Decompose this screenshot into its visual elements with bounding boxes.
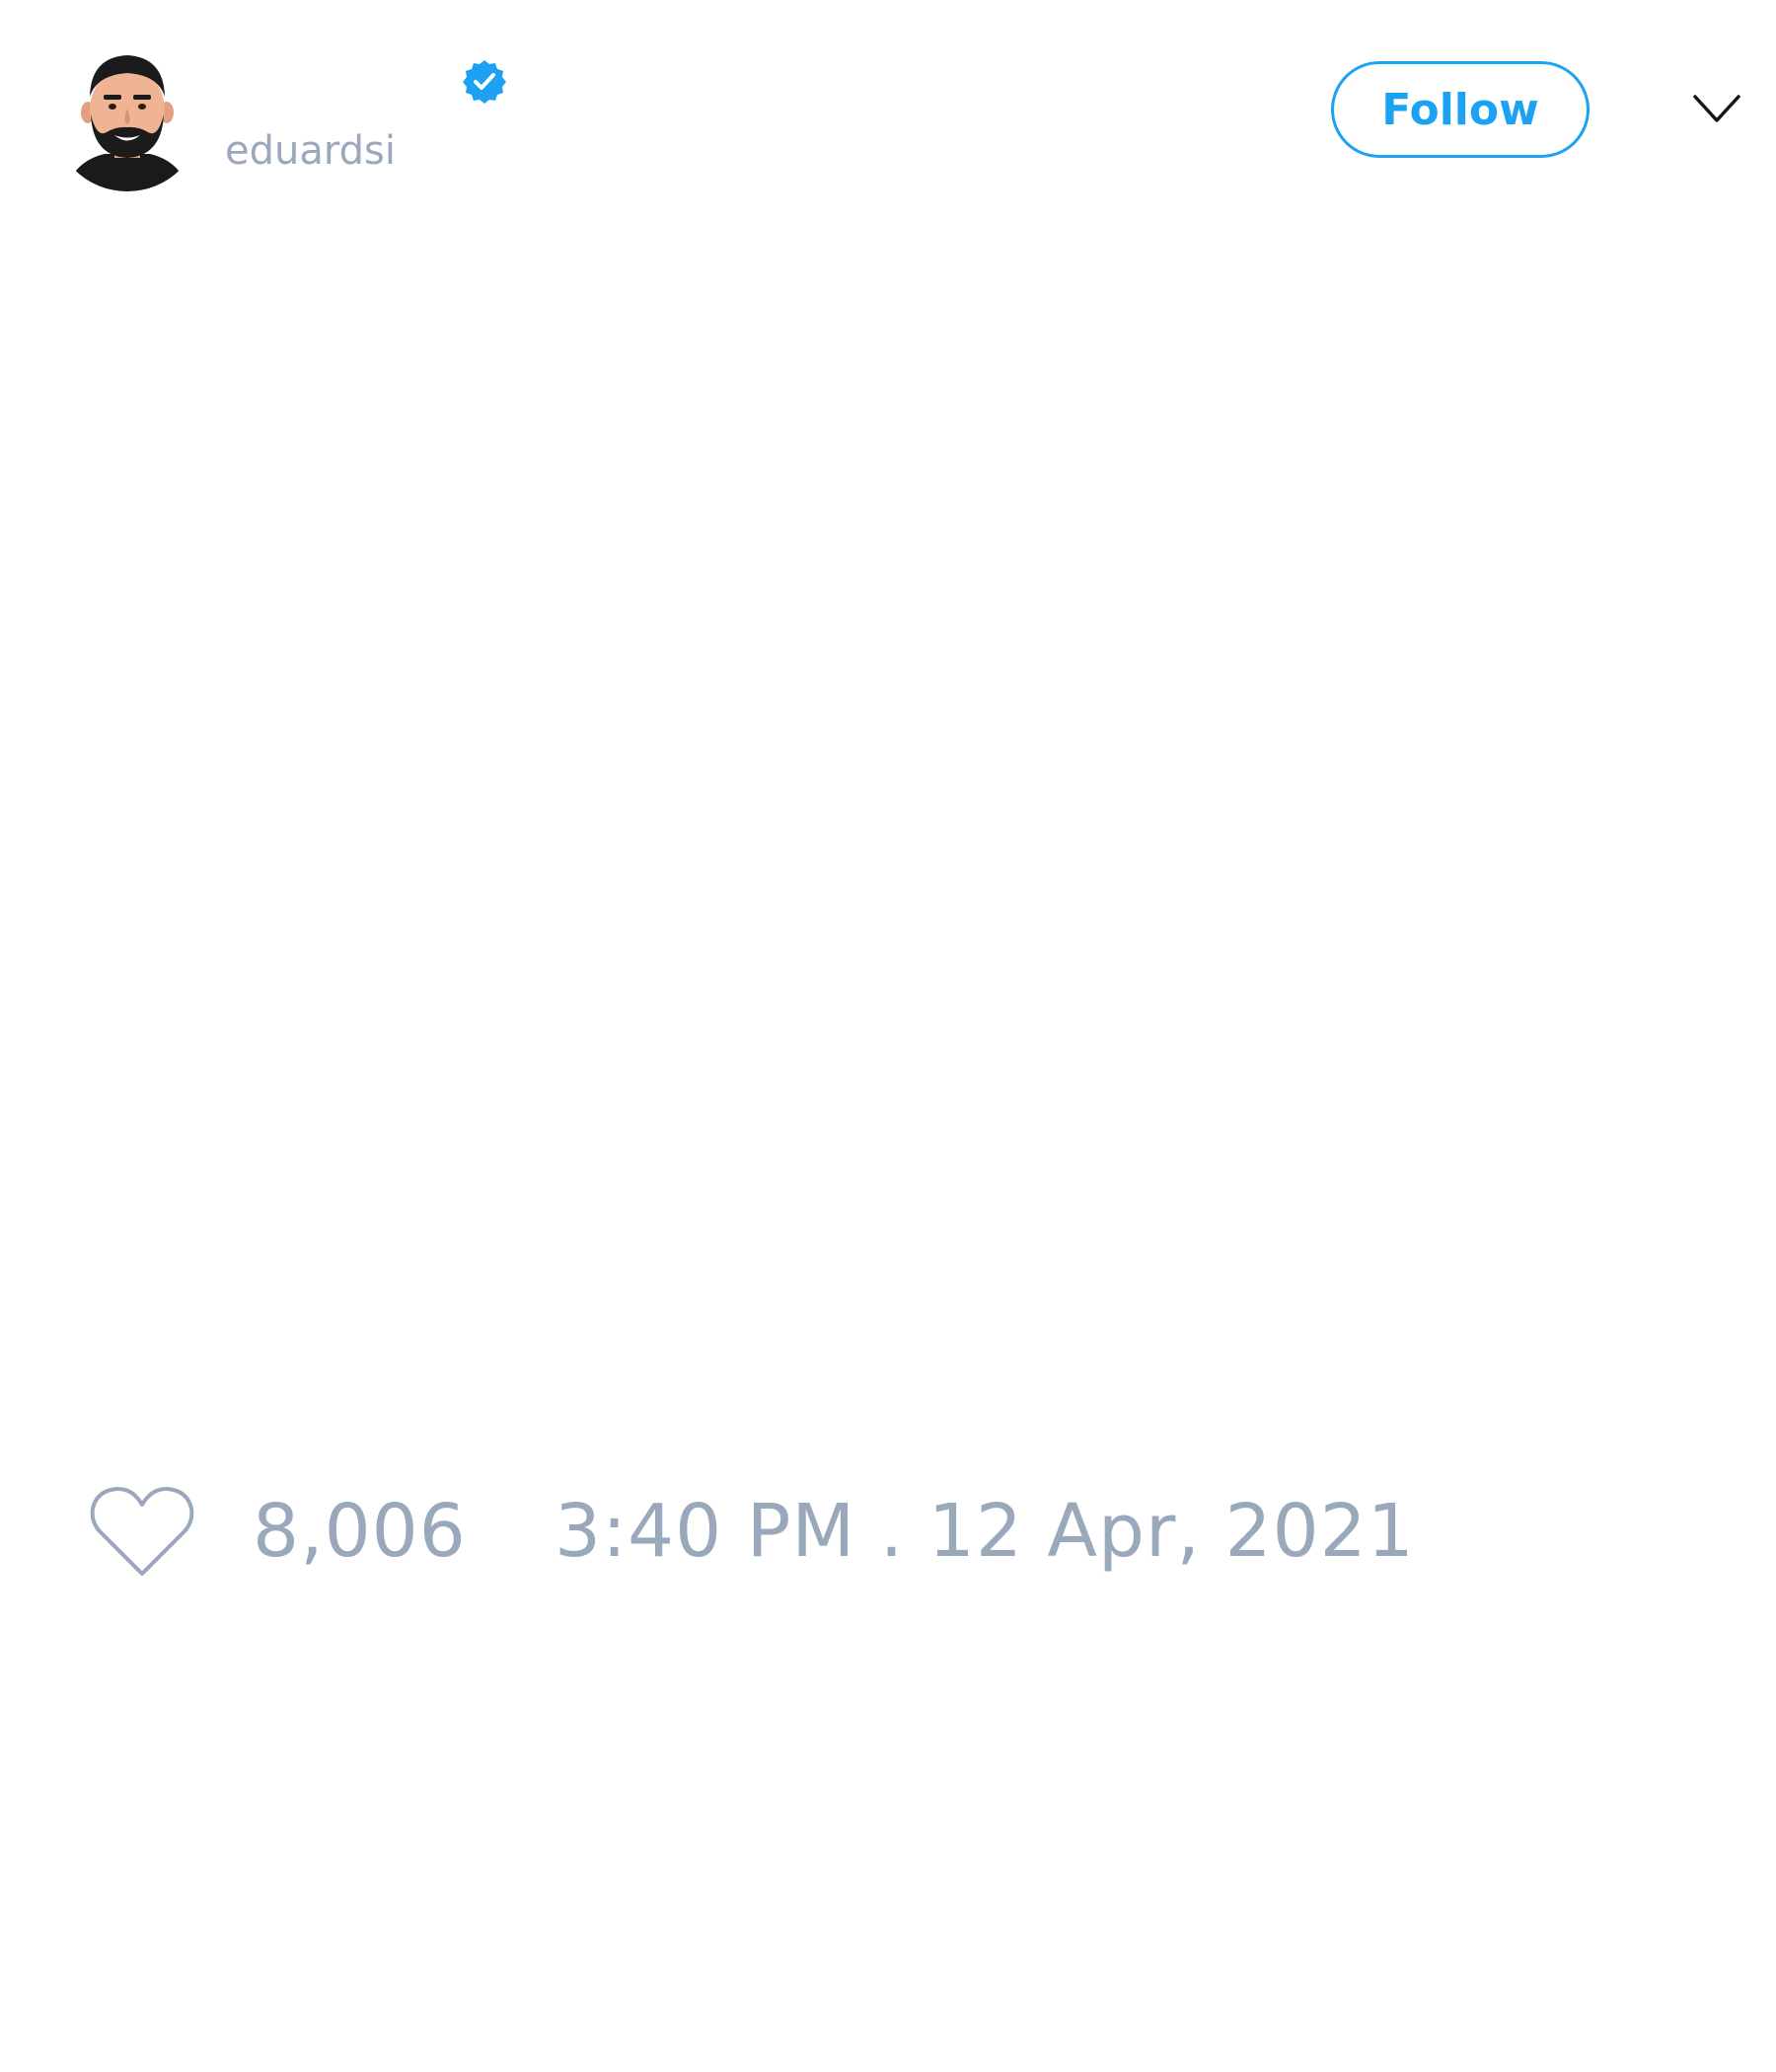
timestamp[interactable]: 3:40 PM . 12 Apr, 2021 [555,1494,1415,1569]
follow-button[interactable]: Follow [1331,61,1590,158]
tweet-card: eduardsi Follow 8,006 3:40 PM . 12 Apr, … [0,0,1776,2072]
avatar[interactable] [53,36,201,193]
chevron-down-icon[interactable] [1692,93,1741,126]
username[interactable]: eduardsi [225,126,396,176]
heart-icon[interactable] [89,1485,195,1580]
like-count: 8,006 [253,1489,467,1574]
verified-badge-icon [461,58,508,106]
avatar-illustration [53,41,201,191]
follow-button-label: Follow [1381,84,1539,135]
